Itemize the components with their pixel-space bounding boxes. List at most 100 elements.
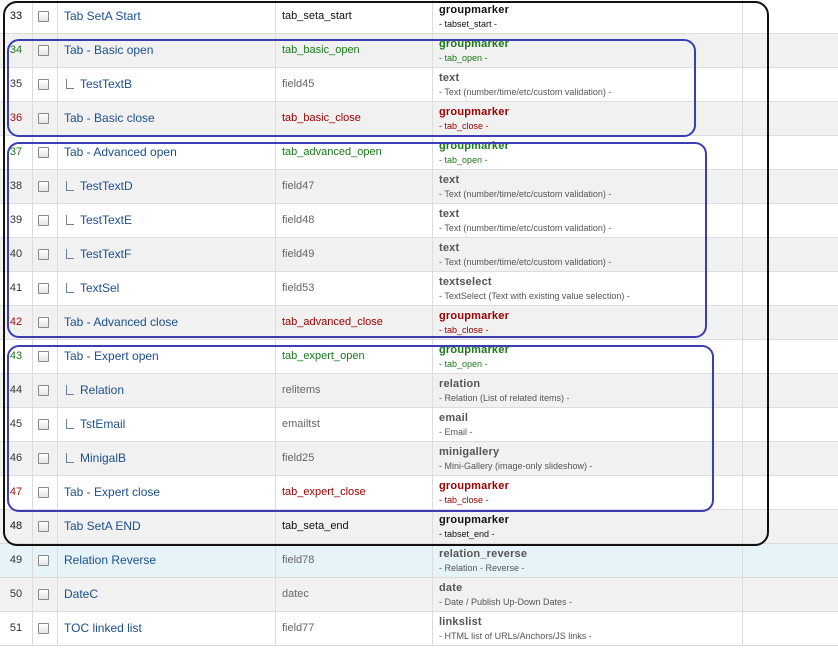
row-checkbox[interactable]	[38, 351, 49, 362]
field-type-description: - Relation - Reverse -	[439, 563, 525, 573]
row-checkbox[interactable]	[38, 249, 49, 260]
table-row[interactable]: 43 Tab - Expert open tab_expert_open groupm…	[0, 340, 838, 374]
field-type: minigallery	[439, 446, 500, 458]
field-name: tab_expert_close	[282, 486, 366, 498]
table-row[interactable]: 47 Tab - Expert close tab_expert_close grou…	[0, 476, 838, 510]
row-number: 51	[0, 612, 33, 645]
field-title-link[interactable]: Tab - Advanced open	[64, 136, 177, 169]
field-type: groupmarker	[439, 344, 510, 356]
field-type: groupmarker	[439, 480, 510, 492]
row-checkbox[interactable]	[38, 623, 49, 634]
table-row[interactable]: 38 TestTextD field47 text - Text (number/tim…	[0, 170, 838, 204]
row-extra-cell	[743, 204, 838, 237]
row-extra-cell	[743, 408, 838, 441]
field-title-link[interactable]: TOC linked list	[64, 612, 142, 645]
table-row[interactable]: 48 Tab SetA END tab_seta_end groupmarker - t…	[0, 510, 838, 544]
row-number: 49	[0, 544, 33, 577]
field-name: tab_seta_start	[282, 10, 352, 22]
row-checkbox[interactable]	[38, 521, 49, 532]
table-row[interactable]: 37 Tab - Advanced open tab_advanced_open gr…	[0, 136, 838, 170]
table-row[interactable]: 33 Tab SetA Start tab_seta_start groupmarke…	[0, 0, 838, 34]
table-row[interactable]: 44 Relation relitems relation - Relation (Li…	[0, 374, 838, 408]
field-type-description: - tab_close -	[439, 495, 489, 505]
field-title-link[interactable]: TestTextF	[80, 238, 131, 271]
table-row[interactable]: 42 Tab - Advanced close tab_advanced_close…	[0, 306, 838, 340]
table-row[interactable]: 39 TestTextE field48 text - Text (number/tim…	[0, 204, 838, 238]
field-title-link[interactable]: TestTextB	[80, 68, 132, 101]
tree-branch-icon	[66, 79, 74, 89]
field-title-link[interactable]: TestTextD	[80, 170, 133, 203]
table-row[interactable]: 36 Tab - Basic close tab_basic_close groupm…	[0, 102, 838, 136]
table-row[interactable]: 34 Tab - Basic open tab_basic_open groupmar…	[0, 34, 838, 68]
field-type-description: - Mini-Gallery (image-only slideshow) -	[439, 461, 593, 471]
row-extra-cell	[743, 0, 838, 33]
field-title-link[interactable]: Tab - Expert close	[64, 476, 160, 509]
row-number: 46	[0, 442, 33, 475]
field-title-link[interactable]: Tab SetA END	[64, 510, 141, 543]
row-number: 44	[0, 374, 33, 407]
table-row[interactable]: 51 TOC linked list field77 linkslist - HTML …	[0, 612, 838, 646]
field-title-link[interactable]: TestTextE	[80, 204, 132, 237]
field-type-description: - Relation (List of related items) -	[439, 393, 570, 403]
row-number: 42	[0, 306, 33, 339]
row-checkbox[interactable]	[38, 79, 49, 90]
field-title-link[interactable]: Relation	[80, 374, 124, 407]
row-checkbox[interactable]	[38, 113, 49, 124]
field-name: tab_expert_open	[282, 350, 365, 362]
field-title-link[interactable]: TstEmail	[80, 408, 125, 441]
row-extra-cell	[743, 510, 838, 543]
row-checkbox[interactable]	[38, 419, 49, 430]
table-row[interactable]: 40 TestTextF field49 text - Text (number/tim…	[0, 238, 838, 272]
field-title-link[interactable]: Tab - Basic close	[64, 102, 155, 135]
table-row[interactable]: 45 TstEmail emailtst email - Email -	[0, 408, 838, 442]
table-row[interactable]: 35 TestTextB field45 text - Text (number/tim…	[0, 68, 838, 102]
row-checkbox[interactable]	[38, 487, 49, 498]
row-number: 37	[0, 136, 33, 169]
field-title-link[interactable]: DateC	[64, 578, 98, 611]
row-number: 35	[0, 68, 33, 101]
row-checkbox[interactable]	[38, 385, 49, 396]
table-row[interactable]: 50 DateC datec date - Date / Publish Up-Down…	[0, 578, 838, 612]
field-title-link[interactable]: Tab - Basic open	[64, 34, 153, 67]
field-title-link[interactable]: MinigalB	[80, 442, 126, 475]
row-number: 41	[0, 272, 33, 305]
field-type: linkslist	[439, 616, 482, 628]
field-title-link[interactable]: Relation Reverse	[64, 544, 156, 577]
row-checkbox[interactable]	[38, 45, 49, 56]
field-title-link[interactable]: Tab SetA Start	[64, 0, 141, 33]
row-extra-cell	[743, 442, 838, 475]
table-row[interactable]: 46 MinigalB field25 minigallery - Mini-Galle…	[0, 442, 838, 476]
row-extra-cell	[743, 306, 838, 339]
row-checkbox[interactable]	[38, 215, 49, 226]
table-row[interactable]: 41 TextSel field53 textselect - TextSelect (…	[0, 272, 838, 306]
field-type-description: - tab_close -	[439, 325, 489, 335]
tree-branch-icon	[66, 419, 74, 429]
field-type-description: - Text (number/time/etc/custom validatio…	[439, 223, 612, 233]
row-extra-cell	[743, 136, 838, 169]
field-type-description: - Text (number/time/etc/custom validatio…	[439, 257, 612, 267]
row-checkbox[interactable]	[38, 11, 49, 22]
row-checkbox[interactable]	[38, 453, 49, 464]
row-extra-cell	[743, 68, 838, 101]
row-checkbox[interactable]	[38, 555, 49, 566]
row-checkbox[interactable]	[38, 589, 49, 600]
table-row[interactable]: 49 Relation Reverse field78 relation_revers…	[0, 544, 838, 578]
tree-branch-icon	[66, 249, 74, 259]
field-title-link[interactable]: TextSel	[80, 272, 119, 305]
row-extra-cell	[743, 340, 838, 373]
row-checkbox[interactable]	[38, 317, 49, 328]
row-checkbox[interactable]	[38, 181, 49, 192]
field-title-link[interactable]: Tab - Advanced close	[64, 306, 178, 339]
field-name: field25	[282, 452, 315, 464]
row-number: 36	[0, 102, 33, 135]
row-extra-cell	[743, 238, 838, 271]
row-extra-cell	[743, 612, 838, 645]
field-name: relitems	[282, 384, 321, 396]
field-title-link[interactable]: Tab - Expert open	[64, 340, 159, 373]
row-checkbox[interactable]	[38, 283, 49, 294]
field-type: email	[439, 412, 469, 424]
field-type: date	[439, 582, 463, 594]
field-name: datec	[282, 588, 309, 600]
row-checkbox[interactable]	[38, 147, 49, 158]
field-type: text	[439, 242, 460, 254]
